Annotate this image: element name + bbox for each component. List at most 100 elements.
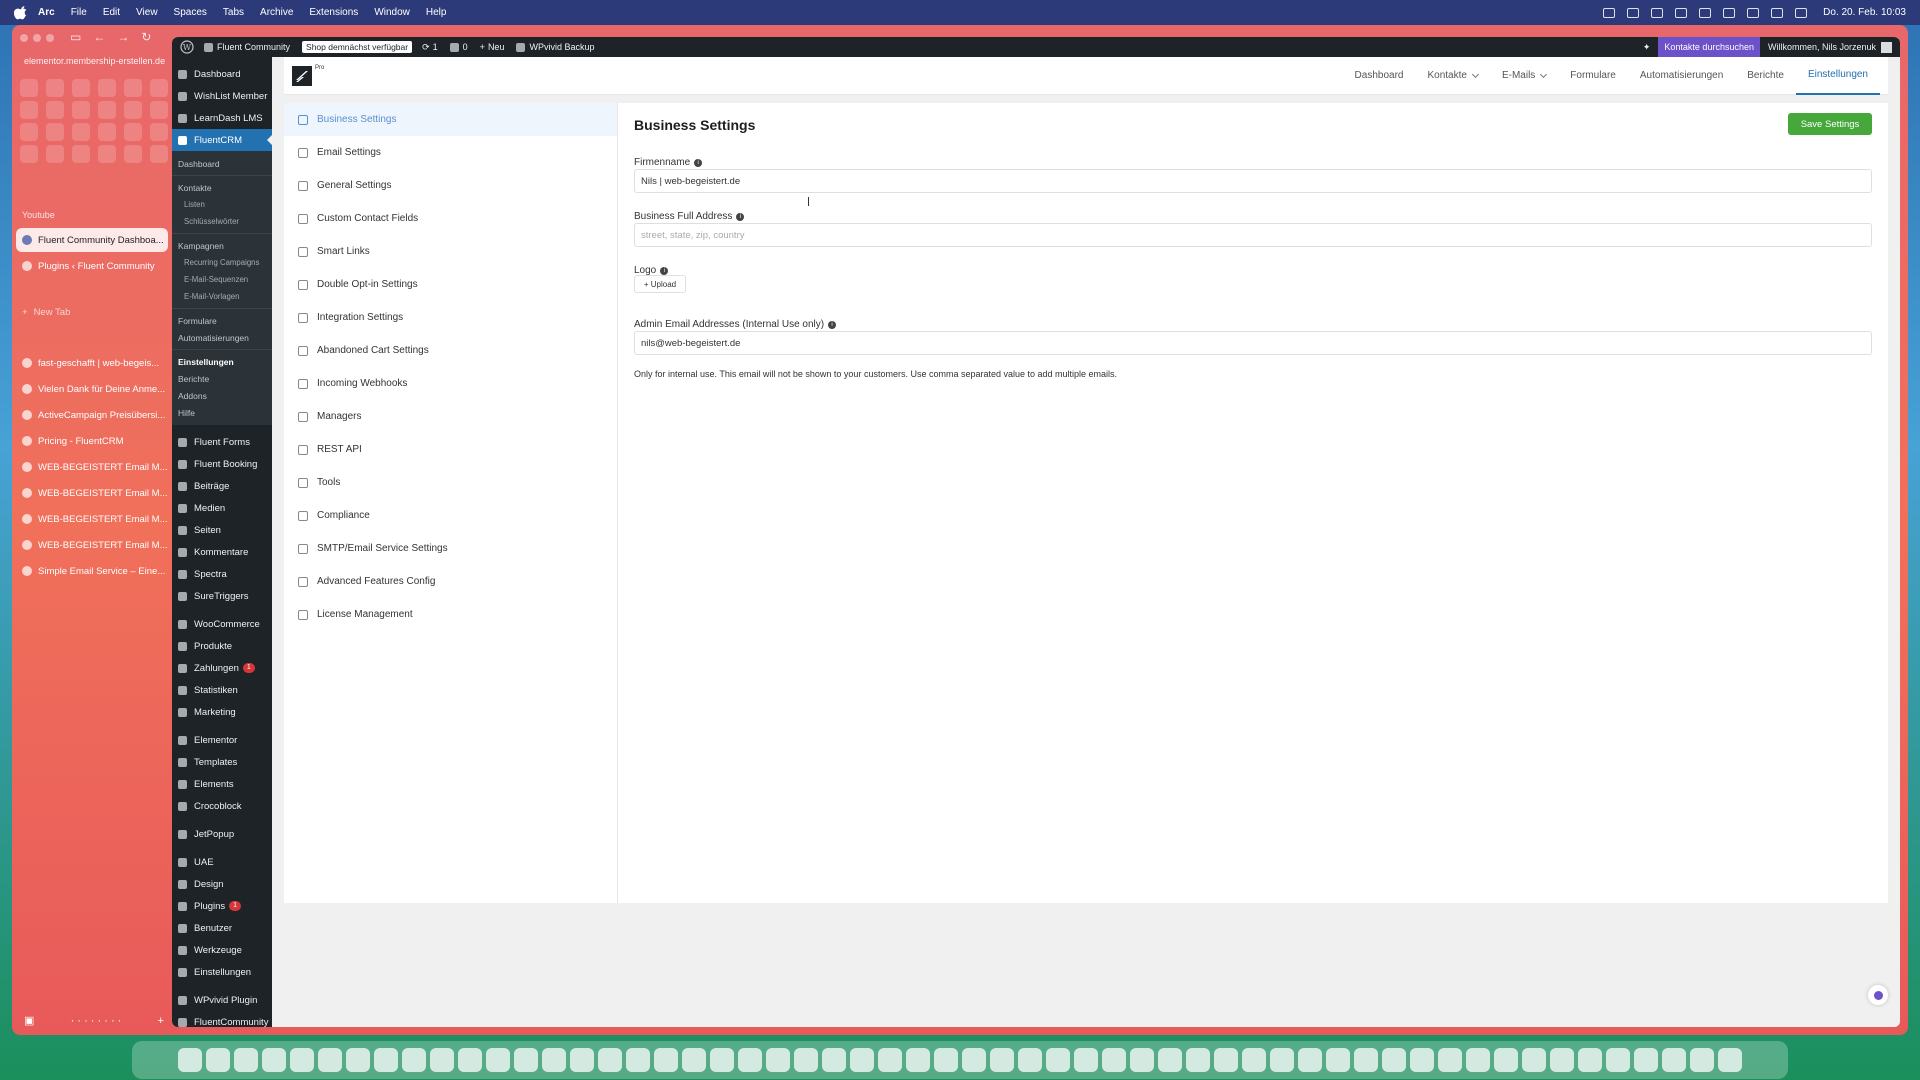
dock-app-icon[interactable] xyxy=(1578,1048,1602,1072)
favorite-tile[interactable] xyxy=(20,123,38,141)
settings-nav-compliance[interactable]: Compliance xyxy=(284,499,617,532)
menu-file[interactable]: File xyxy=(71,7,87,18)
nav-emails[interactable]: E-Mails xyxy=(1490,57,1558,95)
url-bar[interactable]: elementor.membership-erstellen.de xyxy=(24,56,165,66)
zoom-window-button[interactable] xyxy=(46,34,54,42)
dock-app-icon[interactable] xyxy=(738,1048,762,1072)
tab-item[interactable]: WEB-BEGEISTERT Email M... xyxy=(16,533,168,557)
settings-nav-advanced[interactable]: Advanced Features Config xyxy=(284,565,617,598)
dock-app-icon[interactable] xyxy=(262,1048,286,1072)
whatsapp-icon[interactable] xyxy=(1494,1048,1518,1072)
submenu-listen[interactable]: Listen xyxy=(172,196,272,213)
info-icon[interactable]: i xyxy=(736,212,745,221)
dock-app-icon[interactable] xyxy=(878,1048,902,1072)
submenu-vorlagen[interactable]: E-Mail-Vorlagen xyxy=(172,288,272,305)
menu-help[interactable]: Help xyxy=(426,7,447,18)
menu-jetpopup[interactable]: JetPopup xyxy=(172,823,272,845)
settings-icon[interactable] xyxy=(1018,1048,1042,1072)
tray-app-icon[interactable] xyxy=(1723,7,1736,18)
back-arrow-icon[interactable]: ← xyxy=(93,30,105,44)
save-settings-button[interactable]: Save Settings xyxy=(1788,113,1872,135)
settings-nav-double-optin[interactable]: Double Opt-in Settings xyxy=(284,268,617,301)
menu-spaces[interactable]: Spaces xyxy=(174,7,207,18)
dock-app-icon[interactable] xyxy=(850,1048,874,1072)
xd-icon[interactable] xyxy=(1298,1048,1322,1072)
dock-app-icon[interactable] xyxy=(402,1048,426,1072)
wpvivid-backup-link[interactable]: WPvivid Backup xyxy=(516,42,594,52)
menu-kommentare[interactable]: Kommentare xyxy=(172,541,272,563)
settings-nav-license[interactable]: License Management xyxy=(284,598,617,631)
address-input[interactable] xyxy=(634,223,1872,247)
menu-learndash[interactable]: LearnDash LMS xyxy=(172,107,272,129)
admin-email-input[interactable] xyxy=(634,331,1872,355)
tab-item[interactable]: fast-geschafft | web-begeis... xyxy=(16,351,168,375)
menu-wishlist-member[interactable]: WishList Member xyxy=(172,85,272,107)
menu-marketing[interactable]: Marketing xyxy=(172,701,272,723)
info-icon[interactable]: i xyxy=(694,158,703,167)
submenu-sequenzen[interactable]: E-Mail-Sequenzen xyxy=(172,271,272,288)
menu-werkzeuge[interactable]: Werkzeuge xyxy=(172,939,272,961)
menu-zahlungen[interactable]: Zahlungen 1 xyxy=(172,657,272,679)
new-tab-button[interactable]: + New Tab xyxy=(16,300,168,324)
submenu-berichte[interactable]: Berichte xyxy=(172,370,272,387)
menu-woocommerce[interactable]: WooCommerce xyxy=(172,613,272,635)
favorite-tile[interactable] xyxy=(150,101,168,119)
menu-arc[interactable]: Arc xyxy=(38,7,55,18)
dock-app-icon[interactable] xyxy=(206,1048,230,1072)
filezilla-icon[interactable] xyxy=(1046,1048,1070,1072)
favorite-tile[interactable] xyxy=(124,145,142,163)
dock-app-icon[interactable] xyxy=(1354,1048,1378,1072)
tab-item[interactable]: Fluent Community Dashboa... xyxy=(16,228,168,252)
search-icon[interactable] xyxy=(1771,7,1784,18)
tray-app-icon[interactable] xyxy=(1603,7,1616,18)
nav-berichte[interactable]: Berichte xyxy=(1735,57,1796,95)
settings-nav-tools[interactable]: Tools xyxy=(284,466,617,499)
favorite-tile[interactable] xyxy=(150,79,168,97)
menu-wpvivid-plugin[interactable]: WPvivid Plugin xyxy=(172,989,272,1011)
settings-nav-webhooks[interactable]: Incoming Webhooks xyxy=(284,367,617,400)
settings-nav-smtp[interactable]: SMTP/Email Service Settings xyxy=(284,532,617,565)
messages-icon[interactable] xyxy=(990,1048,1014,1072)
tab-item[interactable]: WEB-BEGEISTERT Email M... xyxy=(16,507,168,531)
dock-app-icon[interactable] xyxy=(1186,1048,1210,1072)
nav-automatisierungen[interactable]: Automatisierungen xyxy=(1628,57,1735,95)
word-icon[interactable] xyxy=(766,1048,790,1072)
favorite-tile[interactable] xyxy=(72,101,90,119)
photos-icon[interactable] xyxy=(962,1048,986,1072)
dock-app-icon[interactable] xyxy=(906,1048,930,1072)
dock-app-icon[interactable] xyxy=(318,1048,342,1072)
menu-dashboard[interactable]: Dashboard xyxy=(172,63,272,85)
tab-item[interactable]: WEB-BEGEISTERT Email M... xyxy=(16,481,168,505)
app-store-icon[interactable] xyxy=(822,1048,846,1072)
favorite-tile[interactable] xyxy=(72,79,90,97)
fluentcrm-logo[interactable] xyxy=(292,65,312,86)
search-contacts-button[interactable]: Kontakte durchsuchen xyxy=(1658,37,1760,57)
favorite-tile[interactable] xyxy=(98,101,116,119)
illustrator-icon[interactable] xyxy=(1242,1048,1266,1072)
messenger-icon[interactable] xyxy=(1438,1048,1462,1072)
control-center-icon[interactable] xyxy=(1795,7,1808,18)
favorite-tile[interactable] xyxy=(150,145,168,163)
tab-item[interactable]: WEB-BEGEISTERT Email M... xyxy=(16,455,168,479)
tray-app-icon[interactable] xyxy=(1699,7,1712,18)
submenu-automatisierungen[interactable]: Automatisierungen xyxy=(172,329,272,346)
firefox-icon[interactable] xyxy=(486,1048,510,1072)
menu-fluentcommunity[interactable]: FluentCommunity xyxy=(172,1011,272,1027)
favorite-tile[interactable] xyxy=(46,123,64,141)
forward-arrow-icon[interactable]: → xyxy=(117,30,129,44)
menu-fluent-booking[interactable]: Fluent Booking xyxy=(172,453,272,475)
minimize-window-button[interactable] xyxy=(33,34,41,42)
menu-extensions[interactable]: Extensions xyxy=(309,7,358,18)
menu-crocoblock[interactable]: Crocoblock xyxy=(172,795,272,817)
favorite-tile[interactable] xyxy=(46,101,64,119)
updates-link[interactable]: ⟳ 1 xyxy=(422,42,438,53)
favorite-tile[interactable] xyxy=(20,79,38,97)
menubar-clock[interactable]: Do. 20. Feb. 10:03 xyxy=(1823,7,1906,18)
dock-app-icon[interactable] xyxy=(794,1048,818,1072)
dock-app-icon[interactable] xyxy=(514,1048,538,1072)
favorite-tile[interactable] xyxy=(20,101,38,119)
calendar-icon[interactable] xyxy=(374,1048,398,1072)
submenu-kontakte[interactable]: Kontakte xyxy=(172,179,272,196)
dock-app-icon[interactable] xyxy=(934,1048,958,1072)
settings-nav-email[interactable]: Email Settings xyxy=(284,136,617,169)
